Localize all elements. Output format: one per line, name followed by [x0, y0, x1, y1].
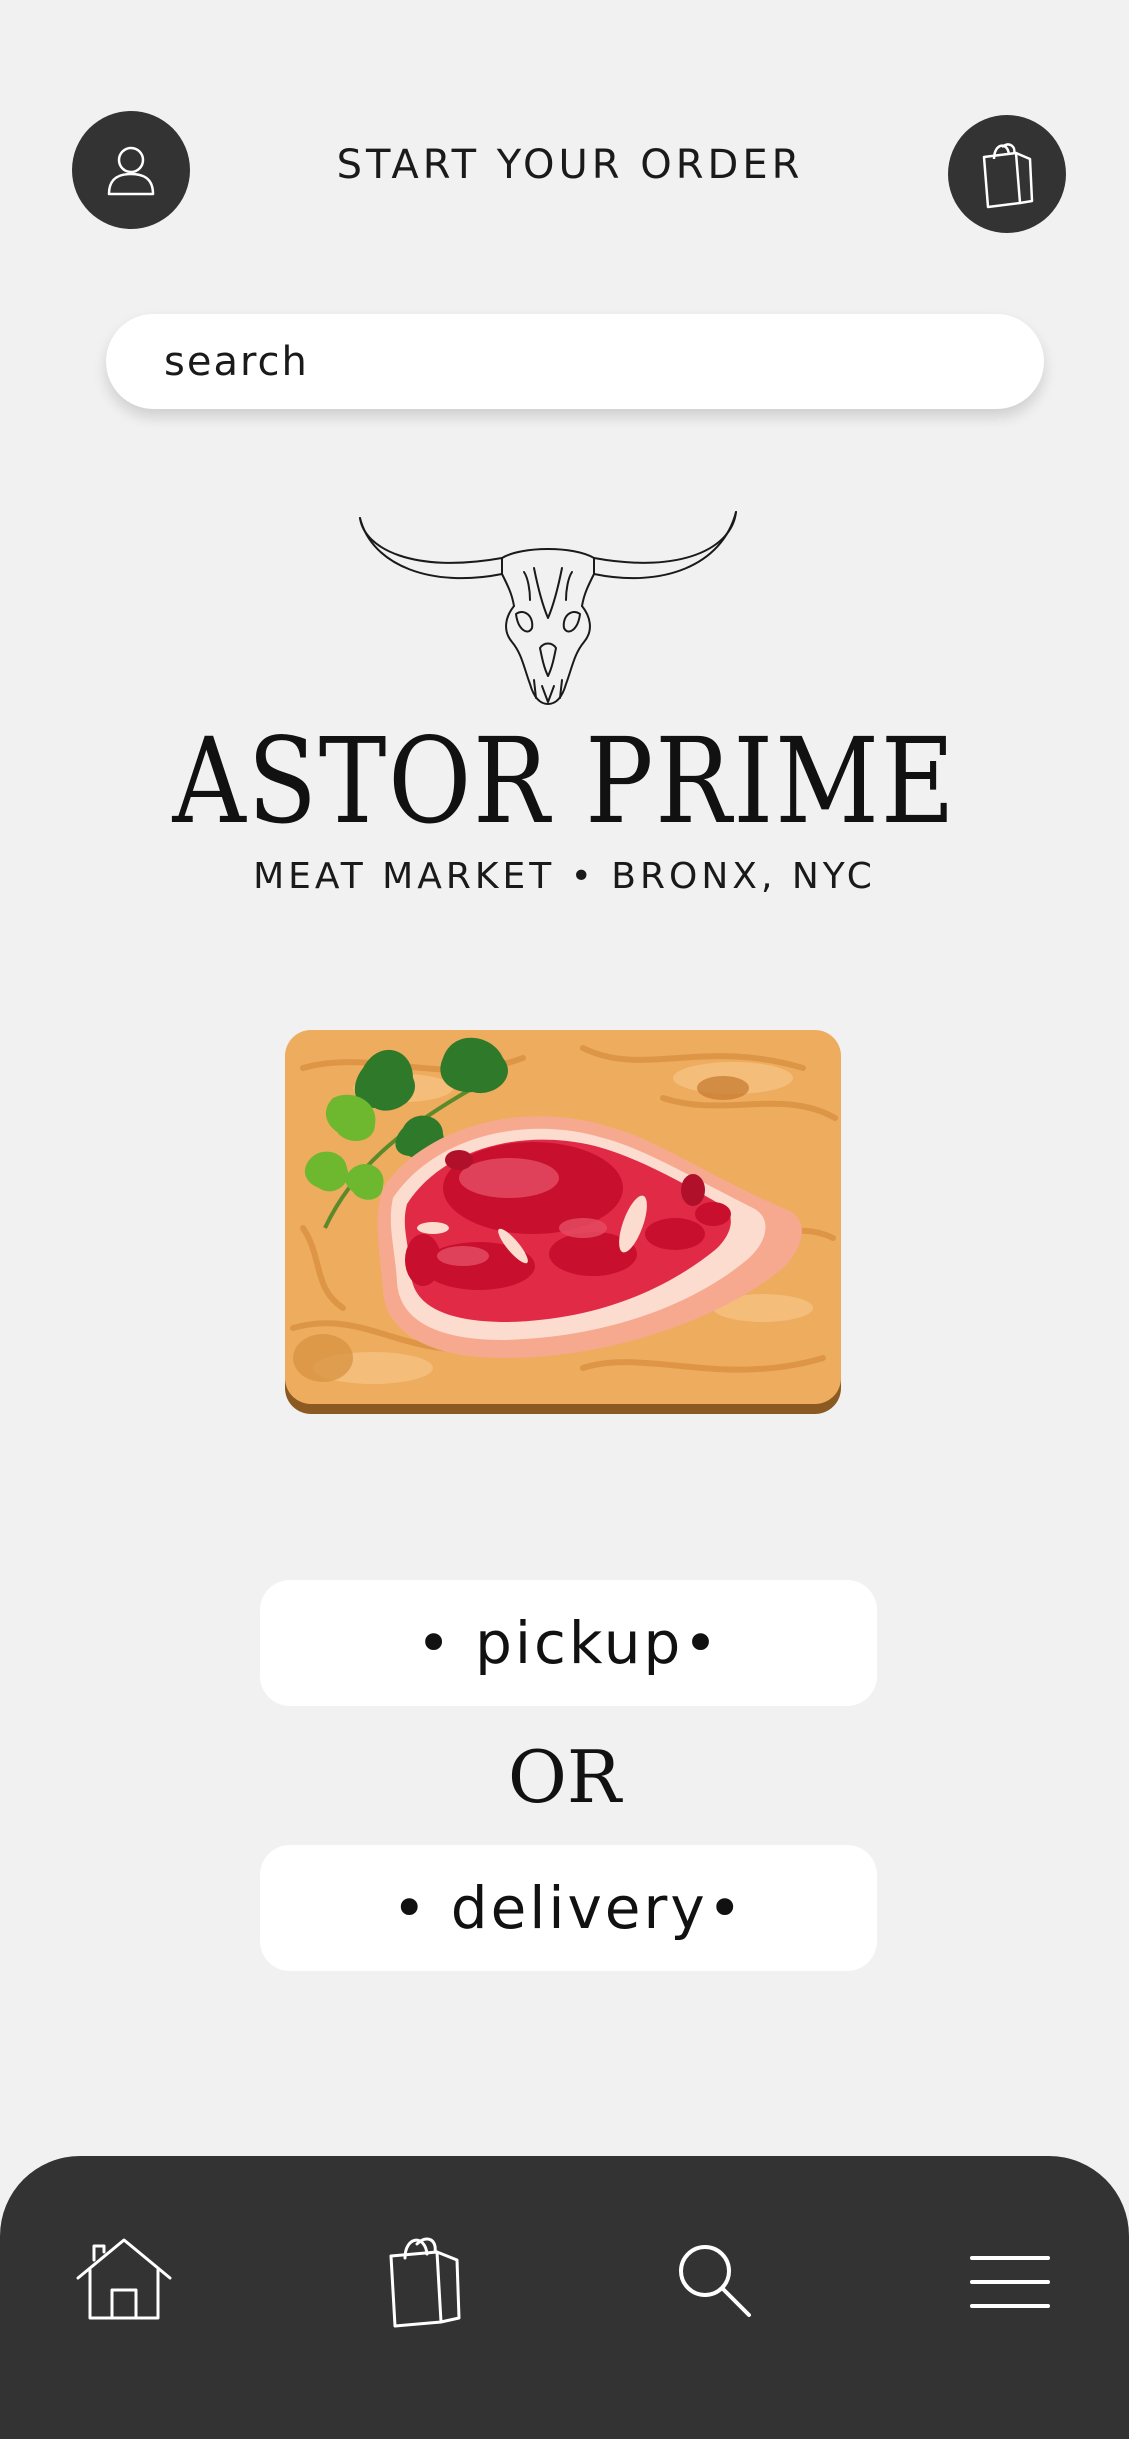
page-title: START YOUR ORDER: [336, 142, 804, 188]
brand-subtitle: MEAT MARKET • BRONX, NYC: [253, 856, 876, 897]
nav-cart[interactable]: [385, 2232, 465, 2332]
steak-illustration: [285, 1030, 841, 1414]
shopping-bag-icon: [389, 2237, 461, 2328]
nav-home[interactable]: [74, 2236, 174, 2326]
nav-search[interactable]: [675, 2241, 755, 2325]
user-icon: [107, 146, 155, 196]
shopping-bag-icon: [982, 143, 1034, 209]
brand-name: ASTOR PRIME: [172, 712, 957, 850]
profile-button[interactable]: [72, 111, 190, 229]
home-icon: [76, 2238, 172, 2320]
menu-icon: [970, 2256, 1050, 2308]
pickup-button[interactable]: • pickup•: [260, 1580, 877, 1706]
search-input[interactable]: [164, 338, 1044, 385]
bottom-nav: [0, 2156, 1129, 2439]
delivery-button[interactable]: • delivery•: [260, 1845, 877, 1971]
nav-menu[interactable]: [968, 2252, 1052, 2316]
cart-button[interactable]: [948, 115, 1066, 233]
search-bar[interactable]: [106, 314, 1044, 409]
search-icon: [679, 2245, 751, 2317]
or-separator: OR: [507, 1735, 622, 1819]
longhorn-skull-icon: [359, 511, 737, 705]
